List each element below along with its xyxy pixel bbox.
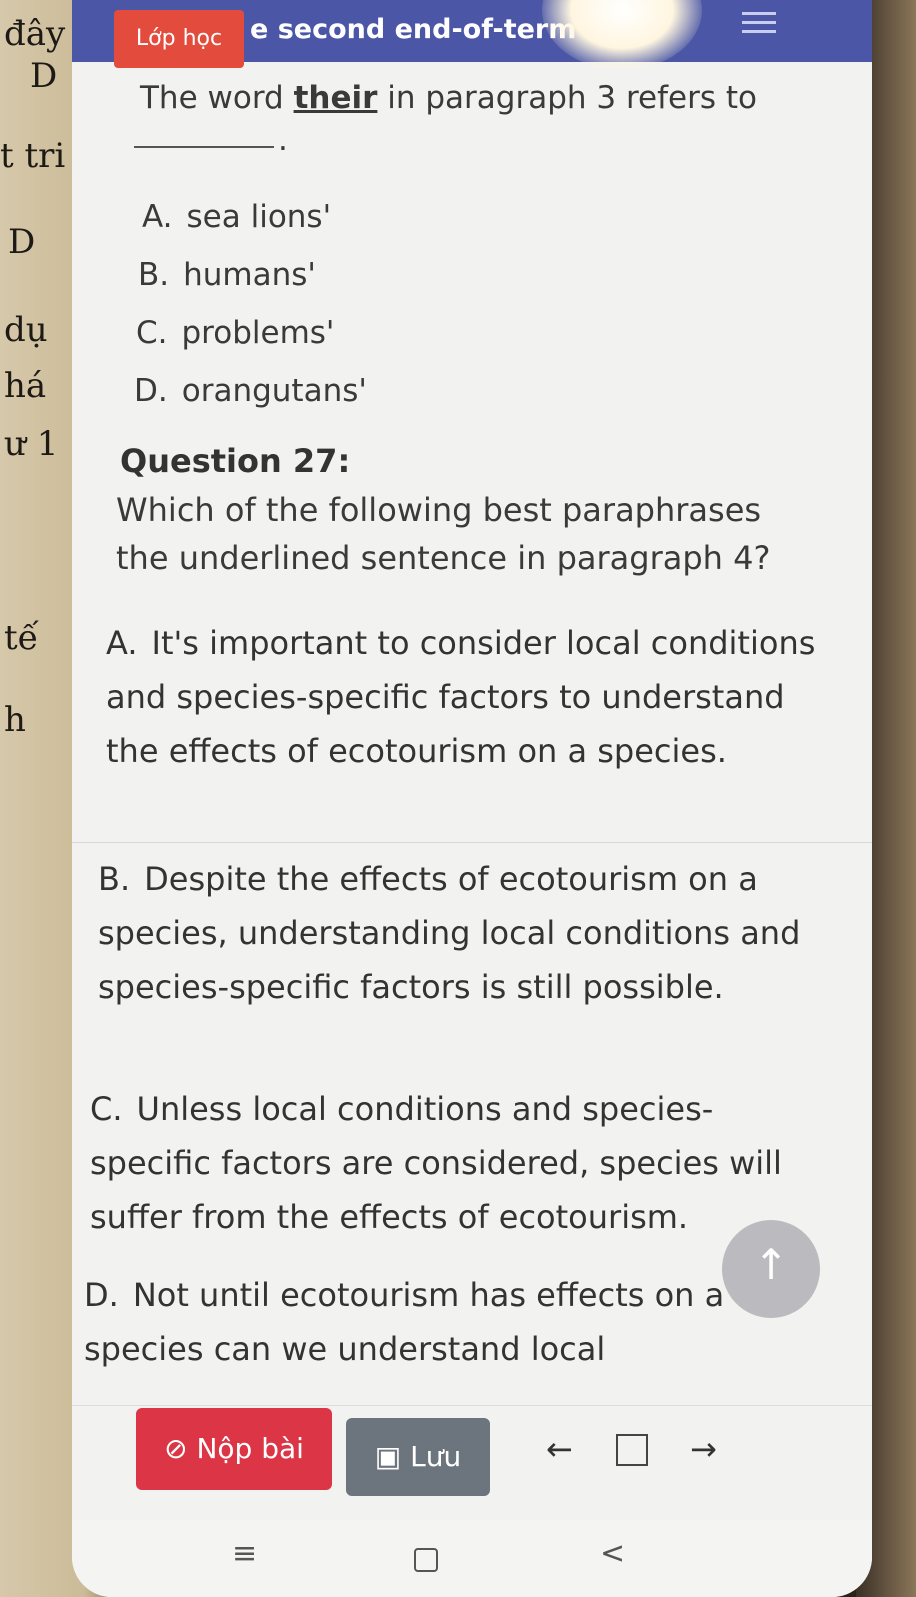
back-icon[interactable]: < [600,1536,625,1571]
check-circle-icon: ⊘ [164,1432,188,1465]
paper-text: đây [4,14,66,54]
question-body: Which of the following best paraphrases … [116,491,771,577]
question-flag-checkbox[interactable] [616,1434,648,1466]
paper-text: h [4,700,26,740]
answer-blank [134,146,274,148]
divider [72,842,872,843]
blank-suffix: . [278,122,288,158]
system-navigation-bar: ≡ < [72,1520,872,1597]
previous-question-text: The word their in paragraph 3 refers to [140,80,757,116]
save-button[interactable]: ▣ Lưu [346,1418,490,1496]
paper-text: tế [4,618,39,658]
save-icon: ▣ [374,1440,402,1473]
paper-text: há [4,366,47,406]
scroll-to-top-button[interactable]: ↑ [722,1220,820,1318]
hamburger-menu-icon[interactable] [742,12,776,38]
answer-option-a[interactable]: A. It's important to consider local condi… [106,616,816,778]
paper-text: D [30,56,58,96]
answer-option-c[interactable]: C. Unless local conditions and species-sp… [90,1082,820,1244]
arrow-up-icon: ↑ [753,1240,789,1289]
next-question-button[interactable]: → [690,1430,717,1468]
home-icon[interactable] [414,1548,438,1572]
recent-apps-icon[interactable]: ≡ [232,1536,257,1571]
action-bar: ⊘ Nộp bài ▣ Lưu ← → [72,1405,872,1516]
paper-text: D [8,222,36,262]
prev-option-d[interactable]: D. orangutans' [120,364,367,418]
top-bar: Lớp học e second end-of-term [72,0,872,70]
prev-option-b[interactable]: B. humans' [124,248,316,302]
answer-option-b[interactable]: B. Despite the effects of ecotourism on a… [98,852,818,1014]
paper-text: t tri [0,136,66,176]
prev-option-c[interactable]: C. problems' [122,306,334,360]
previous-question-button[interactable]: ← [546,1430,573,1468]
phone-screen: Lớp học e second end-of-term The word th… [72,0,872,1597]
tab-lop-hoc[interactable]: Lớp học [114,10,244,68]
paper-text: dụ [4,310,48,350]
light-glare [542,0,702,70]
prev-option-a[interactable]: A. sea lions' [128,190,331,244]
highlighted-word: their [293,80,378,116]
page-title: e second end-of-term [250,14,577,45]
paper-text: ư 1 [4,424,59,464]
question-heading: Question 27: [120,442,351,480]
answer-option-d[interactable]: D. Not until ecotourism has effects on a … [84,1268,784,1376]
submit-button[interactable]: ⊘ Nộp bài [136,1408,332,1490]
